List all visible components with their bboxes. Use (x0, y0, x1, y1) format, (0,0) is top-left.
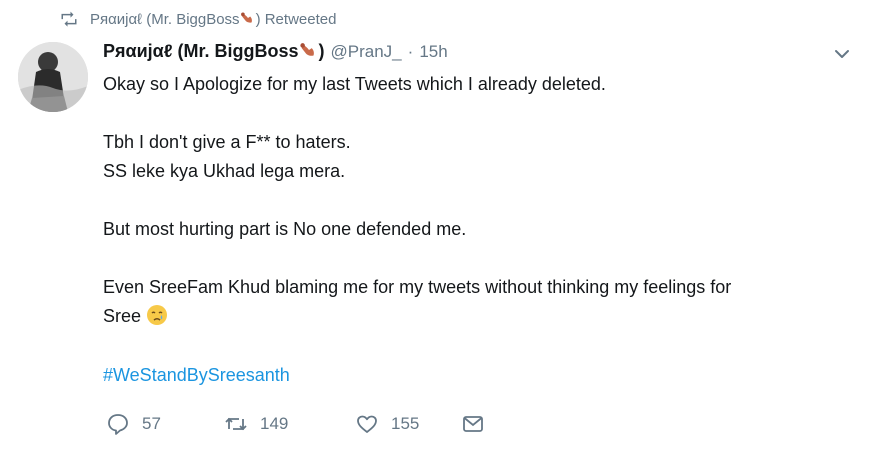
tweet-actions: 57 149 155 (106, 412, 485, 436)
retweet-icon (225, 417, 247, 431)
retweeter-name[interactable]: Pяαиjαℓ (Mr. BiggBoss (90, 11, 240, 28)
reply-icon (108, 414, 128, 435)
tweet-line: Okay so I Apologize for my last Tweets w… (103, 74, 606, 94)
avatar-image (18, 42, 88, 112)
arm-emoji (299, 43, 314, 56)
arm-emoji (240, 12, 252, 23)
envelope-icon (463, 416, 483, 432)
hashtag-link[interactable]: #WeStandBySreesanth (103, 361, 853, 390)
tweet-line: SS leke kya Ukhad lega mera. (103, 161, 346, 181)
tweet-line: Tbh I don't give a F** to haters. (103, 132, 351, 152)
tweet-line: But most hurting part is No one defended… (103, 219, 467, 239)
display-name[interactable]: Pяαиjαℓ (Mr. BiggBoss) (103, 40, 325, 62)
username-handle[interactable]: @PranJ_ (331, 42, 402, 62)
tweet-text: Okay so I Apologize for my last Tweets w… (103, 70, 853, 390)
direct-message-button[interactable] (461, 412, 485, 436)
retweeted-label: ) Retweeted (255, 11, 337, 28)
separator-dot: · (407, 42, 414, 61)
reply-count: 57 (142, 414, 161, 433)
retweet-button[interactable]: 149 (224, 412, 355, 436)
tweet-line: Sree (103, 302, 853, 331)
tweet-line: Even SreeFam Khud blaming me for my twee… (103, 277, 732, 297)
tweet-card[interactable]: Pяαиjαℓ (Mr. BiggBoss ) Retweeted Pяαиjαℓ… (0, 0, 873, 450)
retweet-count: 149 (260, 414, 289, 433)
like-button[interactable]: 155 (355, 412, 461, 436)
retweet-icon (61, 11, 77, 27)
chevron-down-icon[interactable] (833, 45, 851, 63)
crying-face-emoji (147, 305, 168, 325)
timestamp[interactable]: 15h (419, 42, 447, 62)
tweet-header: Pяαиjαℓ (Mr. BiggBoss) @PranJ_ · 15h (103, 40, 448, 62)
reply-button[interactable]: 57 (106, 412, 224, 436)
like-count: 155 (391, 414, 420, 433)
avatar[interactable] (18, 42, 88, 112)
retweeted-by: Pяαиjαℓ (Mr. BiggBoss ) Retweeted (60, 10, 336, 28)
heart-icon (357, 415, 377, 433)
